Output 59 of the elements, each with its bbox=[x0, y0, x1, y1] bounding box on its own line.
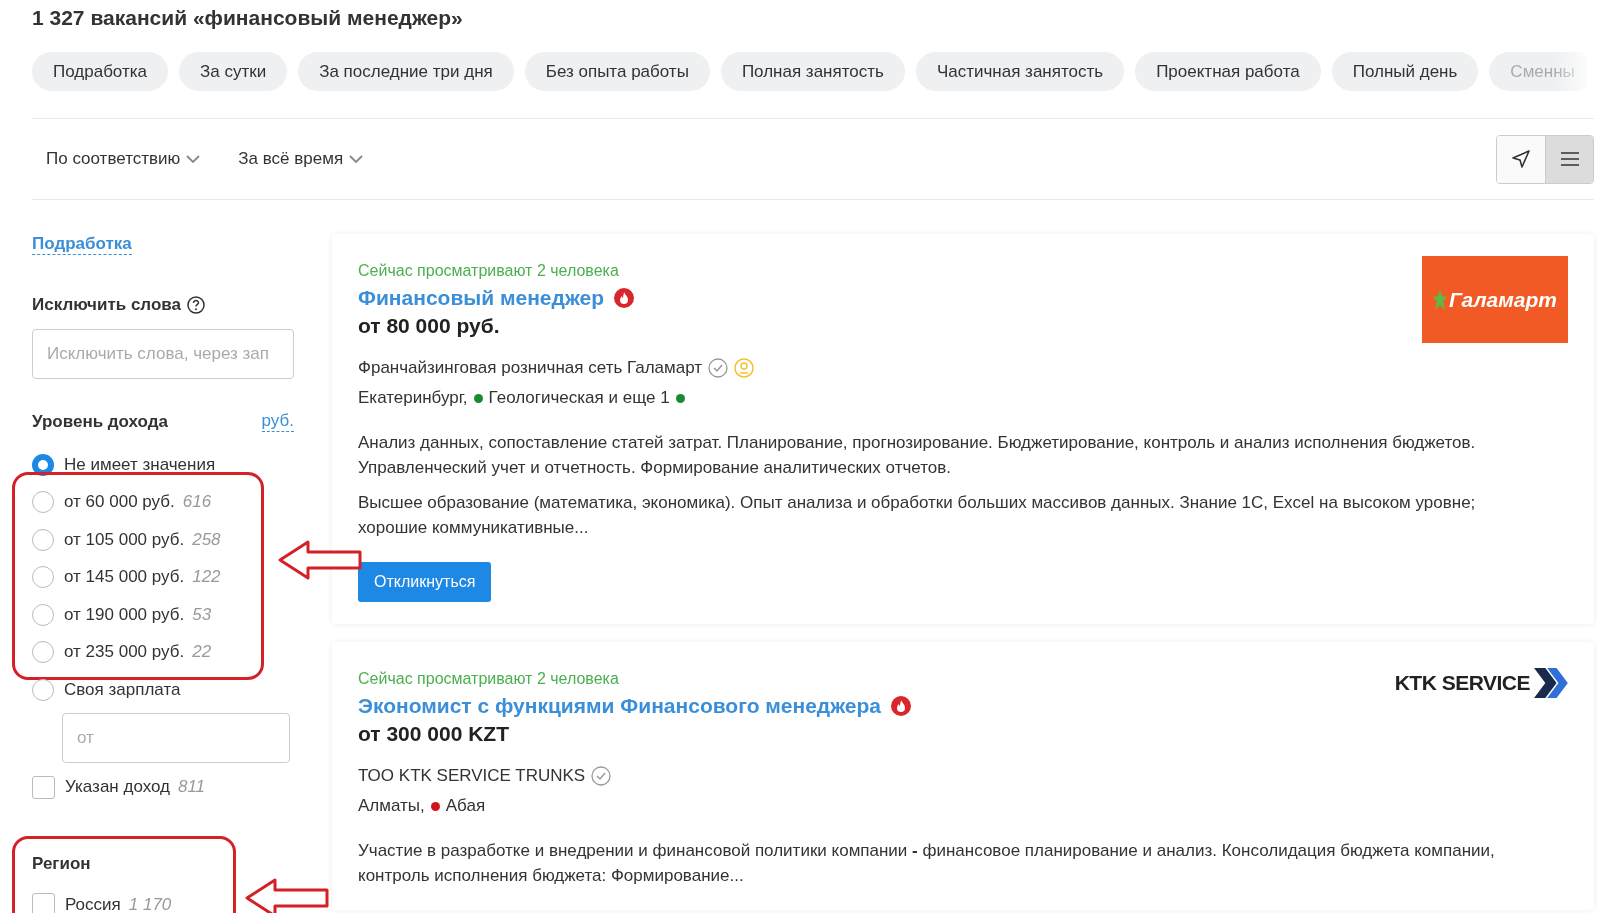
income-option[interactable]: от 105 000 руб. 258 bbox=[32, 521, 221, 559]
navigation-arrow-icon bbox=[1511, 149, 1531, 169]
company-name: ТОО KTK SERVICE TRUNKS bbox=[358, 766, 586, 786]
sort-dropdown[interactable]: За всё время bbox=[238, 149, 364, 169]
region-option[interactable]: Россия 1 170 bbox=[32, 886, 172, 913]
city: Алматы, bbox=[358, 796, 425, 816]
filter-chip[interactable]: Подработка bbox=[32, 52, 168, 91]
region-label: Регион bbox=[32, 854, 91, 874]
income-option[interactable]: от 145 000 руб. 122 bbox=[32, 558, 221, 596]
viewers-note: Сейчас просматривают 2 человека bbox=[358, 261, 619, 281]
metro-station: Геологическая и еще 1 bbox=[488, 388, 670, 408]
radio-button[interactable] bbox=[32, 678, 54, 701]
radio-button[interactable] bbox=[32, 641, 54, 664]
filter-chip[interactable]: Без опыта работы bbox=[524, 52, 710, 91]
checkbox[interactable] bbox=[32, 893, 55, 913]
income-option[interactable]: Своя зарплата bbox=[32, 671, 181, 709]
vacancy-description: Участие в разработке и внедрении и финансовой политики компании - финансовое планирование и анализ. Консолидация бюджета компании, контроль исполнения бюджета: Формирование... bbox=[358, 840, 1496, 887]
income-level-label: Уровень дохода bbox=[32, 411, 168, 432]
filter-chip[interactable]: За сутки bbox=[179, 52, 288, 91]
exclude-words-label: Исключить слова bbox=[32, 295, 181, 315]
salary: от 80 000 руб. bbox=[358, 314, 500, 338]
filter-chip[interactable]: Проектная работа bbox=[1135, 52, 1321, 91]
company-name: Франчайзинговая розничная сеть Галамарт bbox=[358, 358, 703, 378]
respond-button[interactable]: Откликнуться bbox=[358, 562, 492, 602]
currency-link[interactable]: руб. bbox=[261, 411, 294, 432]
star-icon bbox=[1433, 288, 1447, 311]
chevron-down-icon bbox=[186, 154, 201, 164]
viewers-note: Сейчас просматривают 2 человека bbox=[358, 669, 619, 689]
map-view-button[interactable] bbox=[1497, 135, 1545, 183]
vacancy-description: Анализ данных, сопоставление статей затрат. Планирование, прогнозирование. Бюджетирование, контроль и анализ исполнения бюджетов. Управленческий учет и отчетность. Формирование аналитических отчетов. bbox=[358, 432, 1477, 479]
logo-text: Галамарт bbox=[1449, 287, 1557, 312]
filter-chip[interactable]: Полный день bbox=[1331, 52, 1479, 91]
filter-chip[interactable]: Полная занятость bbox=[720, 52, 905, 91]
income-option[interactable]: от 60 000 руб. 616 bbox=[32, 483, 212, 521]
results-heading: 1 327 вакансий «финансовый менеджер» bbox=[32, 5, 464, 31]
exclude-words-field[interactable]: Исключить слова, через зап bbox=[32, 329, 294, 379]
chevron-down-icon bbox=[349, 154, 364, 164]
chevrons-icon bbox=[1532, 668, 1568, 698]
vacancy-description: Высшее образование (математика, экономика). Опыт анализа и обработки больших массивов данных. Знание 1С, Excel на высоком уровне; хорошие коммуникативные... bbox=[358, 492, 1477, 539]
metro-station: Абая bbox=[445, 796, 486, 816]
radio-button[interactable] bbox=[32, 491, 54, 514]
income-option[interactable]: от 190 000 руб. 53 bbox=[32, 596, 212, 634]
logo-text: KTK SERVICE bbox=[1394, 671, 1530, 695]
filter-chip[interactable]: Частичная занятость bbox=[915, 52, 1125, 91]
city: Екатеринбург, bbox=[358, 388, 468, 408]
sort-dropdown[interactable]: По соответствию bbox=[46, 149, 201, 169]
list-view-button[interactable] bbox=[1545, 135, 1593, 183]
radio-button[interactable] bbox=[32, 603, 54, 626]
salary-from-field[interactable]: от bbox=[62, 712, 290, 763]
income-option[interactable]: Не имеет значения bbox=[32, 446, 216, 484]
menu-icon bbox=[1560, 152, 1579, 166]
filter-chip[interactable]: За последние три дня bbox=[298, 52, 514, 91]
income-option[interactable]: от 235 000 руб. 22 bbox=[32, 633, 212, 671]
radio-button[interactable] bbox=[32, 528, 54, 551]
radio-button[interactable] bbox=[32, 566, 54, 589]
salary: от 300 000 KZT bbox=[358, 722, 509, 746]
income-specified-option[interactable]: Указан доход 811 bbox=[32, 768, 206, 806]
checkbox[interactable] bbox=[32, 775, 55, 799]
help-icon[interactable] bbox=[187, 296, 205, 314]
